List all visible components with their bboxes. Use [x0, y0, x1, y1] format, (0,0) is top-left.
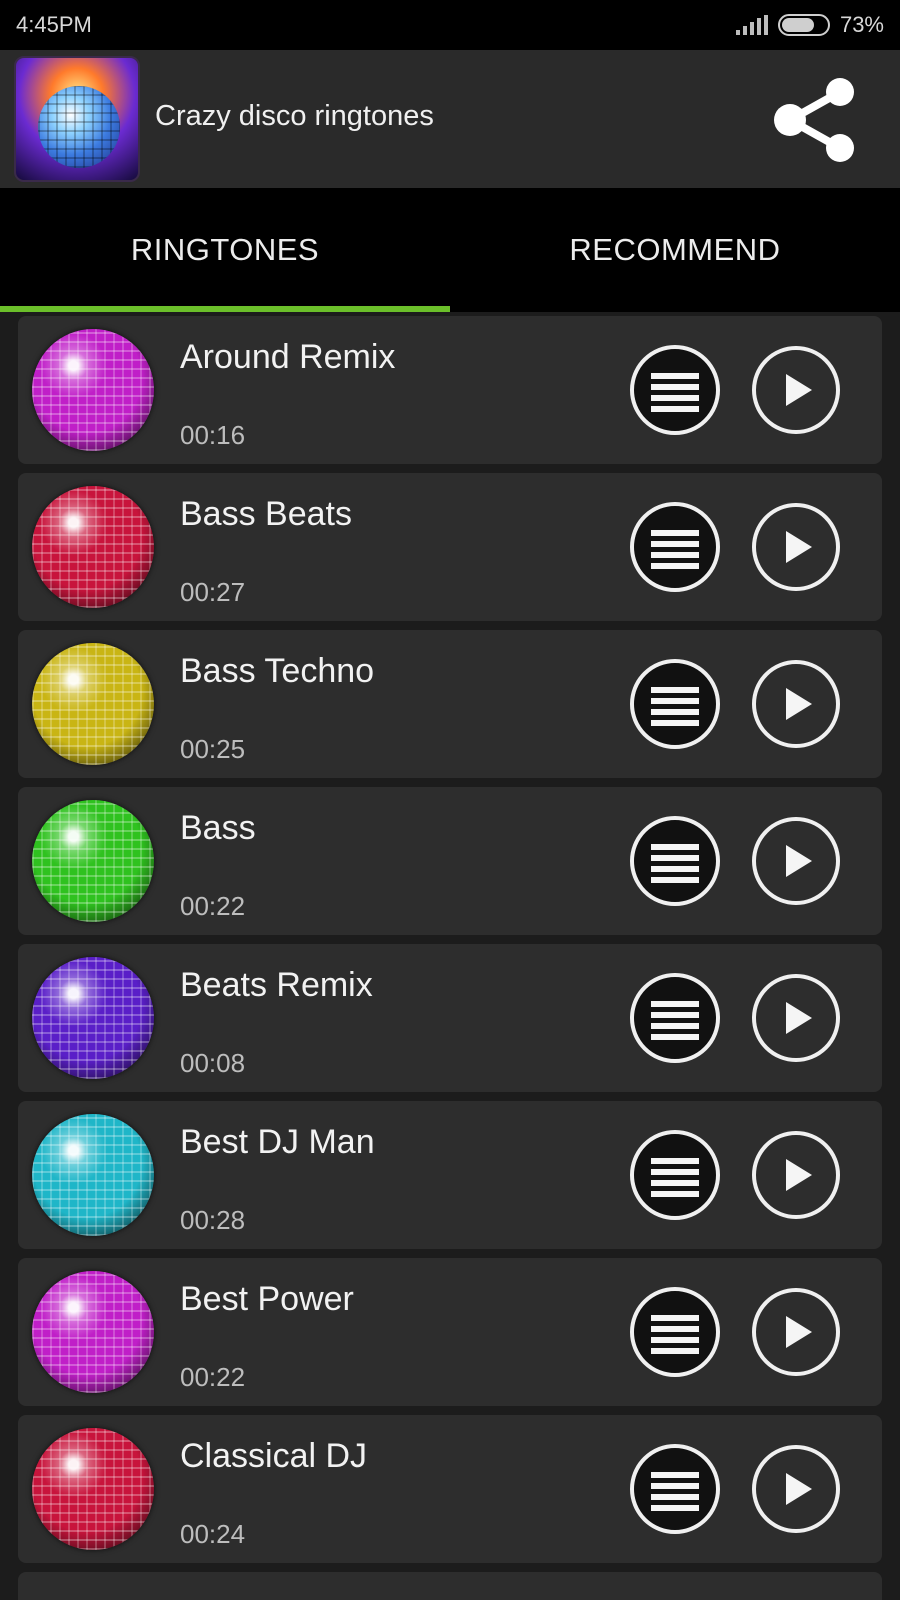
share-icon	[774, 78, 854, 162]
battery-icon	[777, 14, 830, 36]
disco-ball-icon	[32, 1428, 154, 1550]
disco-ball-icon	[32, 1271, 154, 1393]
list-item[interactable]: Bass Techno 00:25	[18, 630, 882, 778]
play-icon	[752, 974, 840, 1062]
disco-ball-icon	[32, 957, 154, 1079]
ringtone-duration: 00:25	[180, 734, 246, 764]
play-button[interactable]	[750, 501, 842, 593]
ringtone-duration: 00:27	[180, 577, 246, 607]
ringtone-duration: 00:16	[180, 420, 246, 450]
tab-recommend-label: RECOMMEND	[569, 232, 781, 267]
play-icon	[752, 660, 840, 748]
status-indicators: 73%	[735, 12, 884, 38]
options-button[interactable]	[628, 343, 722, 437]
ringtone-title: Around Remix	[180, 338, 396, 376]
tab-ringtones[interactable]: RINGTONES	[0, 188, 450, 312]
menu-lines-icon	[630, 1287, 720, 1377]
play-icon	[752, 1445, 840, 1533]
play-button[interactable]	[750, 815, 842, 907]
menu-lines-icon	[630, 502, 720, 592]
play-button[interactable]	[750, 972, 842, 1064]
tab-recommend[interactable]: RECOMMEND	[450, 188, 900, 312]
tab-bar: RINGTONES RECOMMEND	[0, 188, 900, 312]
play-button[interactable]	[750, 1129, 842, 1221]
disco-ball-icon	[32, 486, 154, 608]
disco-ball-icon	[32, 329, 154, 451]
menu-lines-icon	[630, 816, 720, 906]
ringtone-title: Bass	[180, 809, 256, 847]
play-icon	[752, 1131, 840, 1219]
app-title: Crazy disco ringtones	[155, 100, 434, 132]
play-icon	[752, 817, 840, 905]
ringtone-duration: 00:28	[180, 1205, 246, 1235]
ringtone-title: Best DJ Man	[180, 1123, 375, 1161]
ringtone-title: Beats Remix	[180, 966, 373, 1004]
play-icon	[752, 346, 840, 434]
battery-percent: 73%	[839, 12, 884, 37]
options-button[interactable]	[628, 1285, 722, 1379]
list-item[interactable]: Beats Remix 00:08	[18, 944, 882, 1092]
ringtone-title: Bass Beats	[180, 495, 352, 533]
tab-ringtones-label: RINGTONES	[130, 232, 320, 267]
disco-ball-icon	[32, 1114, 154, 1236]
disco-ball-icon	[32, 643, 154, 765]
menu-lines-icon	[630, 659, 720, 749]
play-icon	[752, 503, 840, 591]
status-time: 4:45PM	[16, 12, 92, 37]
ringtone-duration: 00:22	[180, 891, 246, 921]
options-button[interactable]	[628, 500, 722, 594]
battery-fill	[781, 18, 815, 32]
ringtone-duration: 00:24	[180, 1519, 246, 1549]
play-icon	[752, 1288, 840, 1376]
play-button[interactable]	[750, 1443, 842, 1535]
options-button[interactable]	[628, 971, 722, 1065]
app-logo-icon	[14, 56, 140, 182]
play-button[interactable]	[750, 344, 842, 436]
options-button[interactable]	[628, 814, 722, 908]
list-item[interactable]: Best DJ Man 00:28	[18, 1101, 882, 1249]
menu-lines-icon	[630, 973, 720, 1063]
list-item[interactable]	[18, 1572, 882, 1600]
ringtone-title: Best Power	[180, 1280, 354, 1318]
ringtone-list[interactable]: Around Remix 00:16 Bass Beats 00:27 Bass…	[0, 312, 900, 1600]
ringtone-duration: 00:22	[180, 1362, 246, 1392]
signal-icon	[735, 15, 768, 35]
options-button[interactable]	[628, 657, 722, 751]
status-bar: 4:45PM 73%	[0, 0, 900, 50]
list-item[interactable]: Around Remix 00:16	[18, 316, 882, 464]
disco-ball-icon	[38, 86, 120, 168]
list-item[interactable]: Bass Beats 00:27	[18, 473, 882, 621]
app-bar: Crazy disco ringtones	[0, 50, 900, 188]
options-button[interactable]	[628, 1442, 722, 1536]
play-button[interactable]	[750, 658, 842, 750]
list-item[interactable]: Bass 00:22	[18, 787, 882, 935]
ringtone-title: Classical DJ	[180, 1437, 368, 1475]
options-button[interactable]	[628, 1128, 722, 1222]
list-item[interactable]: Classical DJ 00:24	[18, 1415, 882, 1563]
list-item[interactable]: Best Power 00:22	[18, 1258, 882, 1406]
menu-lines-icon	[630, 1130, 720, 1220]
disco-ball-icon	[32, 800, 154, 922]
share-button[interactable]	[768, 72, 864, 168]
menu-lines-icon	[630, 345, 720, 435]
play-button[interactable]	[750, 1286, 842, 1378]
ringtone-title: Bass Techno	[180, 652, 375, 690]
menu-lines-icon	[630, 1444, 720, 1534]
ringtone-duration: 00:08	[180, 1048, 246, 1078]
